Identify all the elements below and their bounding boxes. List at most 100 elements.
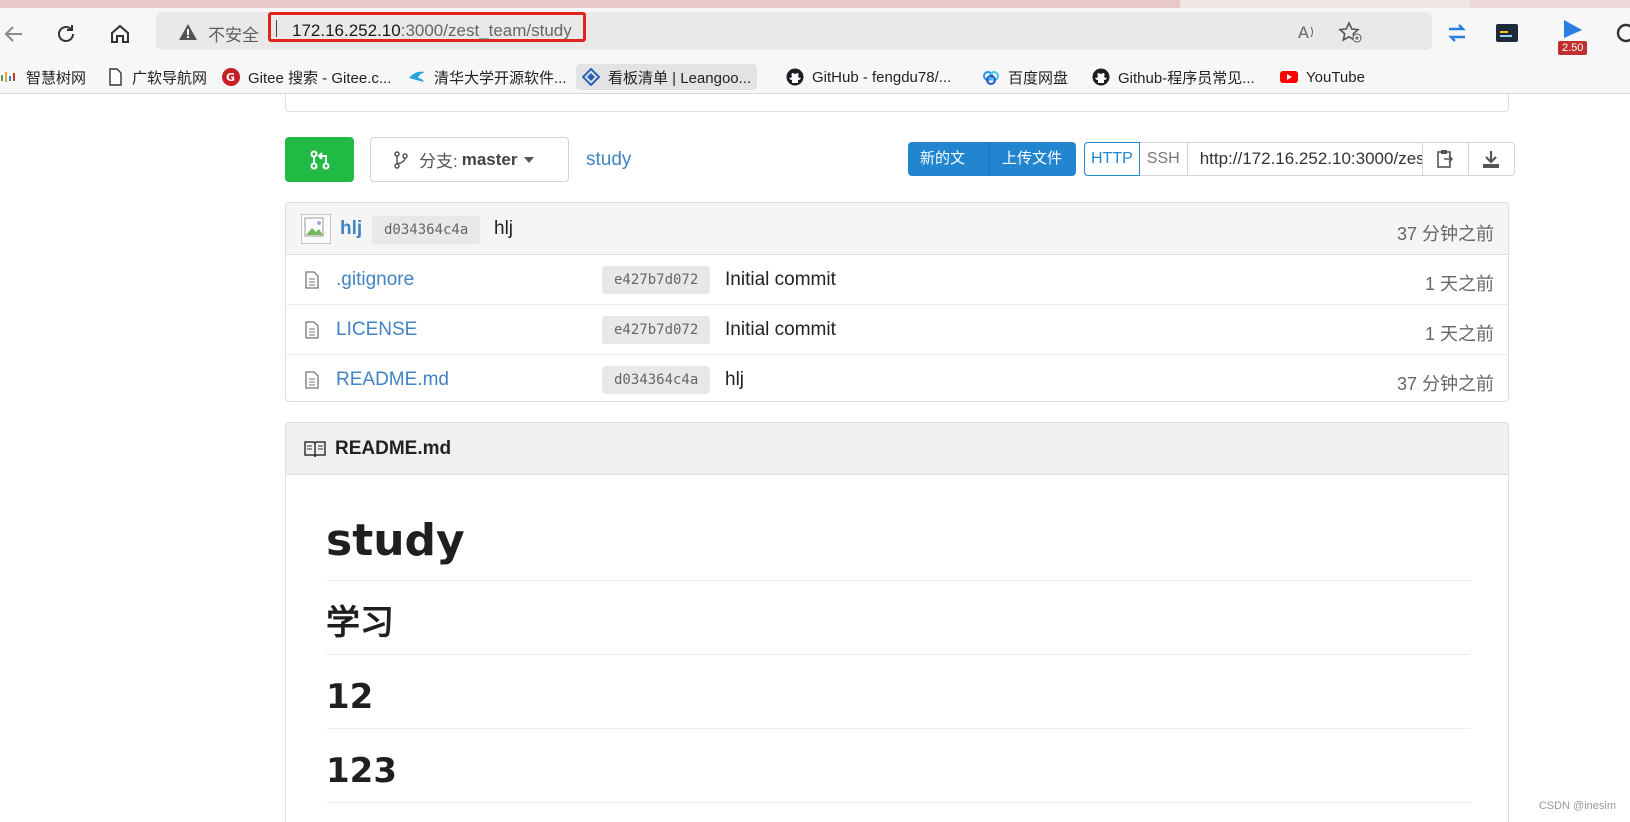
csdn-watermark: CSDN @inesim [1538, 800, 1616, 812]
clone-http-button[interactable]: HTTP [1084, 142, 1140, 176]
repo-page: 分支: master study 新的文件 上传文件 HTTP SSH http… [0, 94, 1630, 822]
home-icon [111, 24, 129, 43]
branch-name: master [461, 149, 518, 169]
github-icon [1092, 68, 1110, 86]
tab-strip [0, 0, 1630, 8]
back-button[interactable] [0, 20, 28, 48]
download-icon [1483, 151, 1500, 168]
baidu-pan-icon [983, 71, 999, 85]
svg-text:A: A [1298, 23, 1309, 42]
bookmark-item[interactable]: YouTube [1274, 64, 1371, 90]
tuna-icon [409, 71, 425, 82]
clone-ssh-button[interactable]: SSH [1139, 142, 1188, 176]
bookmark-item[interactable]: 智慧树网 [0, 64, 92, 90]
bookmark-item[interactable]: 百度网盘 [976, 64, 1074, 90]
address-bar[interactable]: 不安全 172.16.252.10:3000/zest_team/study A [156, 12, 1432, 50]
url-text[interactable]: 172.16.252.10:3000/zest_team/study [292, 21, 572, 41]
youtube-icon [1280, 71, 1298, 83]
file-commit-message[interactable]: Initial commit [725, 269, 836, 291]
file-name-link[interactable]: README.md [336, 369, 449, 391]
repo-name-link[interactable]: study [586, 149, 631, 171]
bookmark-label: GitHub - fengdu78/... [812, 68, 952, 86]
file-name-link[interactable]: LICENSE [336, 319, 417, 341]
file-icon [305, 271, 319, 289]
bookmark-item[interactable]: 广软导航网 [100, 64, 213, 90]
extension-badge: 2.50 [1558, 41, 1588, 55]
url-cursor [276, 20, 277, 37]
bookmark-item[interactable]: 清华大学开源软件... [402, 64, 573, 90]
latest-commit-row: hlj d034364c4a hlj 37 分钟之前 [286, 203, 1508, 255]
file-commit-message[interactable]: hlj [725, 369, 744, 391]
bookmark-label: Gitee 搜索 - Gitee.c... [248, 69, 392, 87]
gitee-icon: G [222, 68, 240, 86]
git-branch-icon [394, 150, 408, 169]
file-action-group: 新的文件 上传文件 [908, 142, 1076, 201]
bookmarks-bar: 智慧树网 广软导航网 G Gitee 搜索 - Gitee.c... 清华大学开… [0, 60, 1630, 94]
table-row: .gitignore e427b7d072 Initial commit 1 天… [286, 255, 1508, 305]
commit-author[interactable]: hlj [340, 218, 362, 240]
bookmark-label: 清华大学开源软件... [434, 69, 567, 87]
upload-file-button[interactable]: 上传文件 [990, 142, 1076, 176]
new-file-button[interactable]: 新的文件 [908, 142, 990, 201]
commit-message[interactable]: hlj [494, 218, 513, 240]
bookmark-label: 百度网盘 [1008, 69, 1069, 87]
media-extension-icon[interactable] [1560, 16, 1586, 42]
bookmark-item[interactable]: 看板清单 | Leangoo... [576, 64, 758, 90]
file-name-link[interactable]: .gitignore [336, 269, 414, 291]
svg-text:G: G [226, 71, 235, 84]
reload-button[interactable] [52, 20, 80, 48]
clone-url-field[interactable]: http://172.16.252.10:3000/zest_team/stud… [1187, 142, 1423, 176]
bookmark-label: YouTube [1306, 68, 1365, 86]
caret-down-icon [523, 156, 534, 163]
readme-header: README.md [286, 423, 1508, 475]
clipboard-icon [1437, 150, 1454, 168]
url-host: 172.16.252.10 [292, 21, 401, 40]
readme-content: study 学习 12 123 [326, 475, 1470, 803]
readme-heading-2: 学习 [326, 581, 1470, 655]
bookmark-item[interactable]: G Gitee 搜索 - Gitee.c... [216, 64, 397, 90]
repo-stats-bar [285, 94, 1509, 112]
warning-icon [179, 24, 197, 40]
terminal-extension-icon[interactable] [1494, 20, 1520, 46]
bookmark-label: Github-程序员常见... [1118, 69, 1255, 87]
pull-request-icon [310, 150, 329, 169]
file-commit-sha[interactable]: e427b7d072 [602, 316, 711, 344]
file-commit-sha[interactable]: e427b7d072 [602, 266, 711, 294]
add-favorite-icon[interactable] [1338, 21, 1362, 43]
file-table: hlj d034364c4a hlj 37 分钟之前 .gitignore e4… [285, 202, 1509, 402]
settings-gear-icon[interactable] [1612, 20, 1630, 46]
commit-sha[interactable]: d034364c4a [372, 216, 481, 244]
table-row: LICENSE e427b7d072 Initial commit 1 天之前 [286, 305, 1508, 355]
commit-time: 37 分钟之前 [1396, 224, 1494, 244]
back-arrow-icon [4, 26, 22, 42]
bookmark-item[interactable]: GitHub - fengdu78/... [780, 64, 957, 90]
file-icon [305, 371, 319, 389]
file-icon [305, 321, 319, 339]
bookmark-label: 广软导航网 [132, 69, 208, 87]
book-icon [304, 441, 326, 458]
github-icon [786, 68, 804, 86]
copy-url-button[interactable] [1422, 142, 1469, 176]
file-commit-message[interactable]: Initial commit [725, 319, 836, 341]
reload-icon [58, 25, 74, 42]
read-aloud-icon[interactable]: A [1296, 21, 1318, 43]
bookmark-label: 看板清单 | Leangoo... [608, 69, 752, 87]
author-avatar[interactable] [301, 214, 331, 244]
active-tab[interactable] [0, 0, 1180, 8]
bookmark-item[interactable]: Github-程序员常见... [1086, 64, 1261, 90]
branch-prefix: 分支: [419, 152, 458, 171]
sync-extension-icon[interactable] [1444, 20, 1470, 46]
home-button[interactable] [106, 20, 134, 48]
download-button[interactable] [1468, 142, 1515, 176]
branch-dropdown[interactable]: 分支: master [370, 137, 569, 182]
broken-image-icon [304, 217, 324, 237]
readme-heading-1: study [326, 475, 1470, 581]
security-label[interactable]: 不安全 [208, 21, 259, 46]
file-commit-time: 1 天之前 [1424, 274, 1494, 294]
readme-panel: README.md study 学习 12 123 [285, 422, 1509, 822]
new-pull-request-button[interactable] [285, 137, 354, 182]
file-commit-sha[interactable]: d034364c4a [602, 366, 711, 394]
url-path: :3000/zest_team/study [400, 21, 572, 40]
tab[interactable] [1470, 0, 1630, 8]
clone-panel: HTTP SSH http://172.16.252.10:3000/zest_… [1084, 142, 1515, 176]
